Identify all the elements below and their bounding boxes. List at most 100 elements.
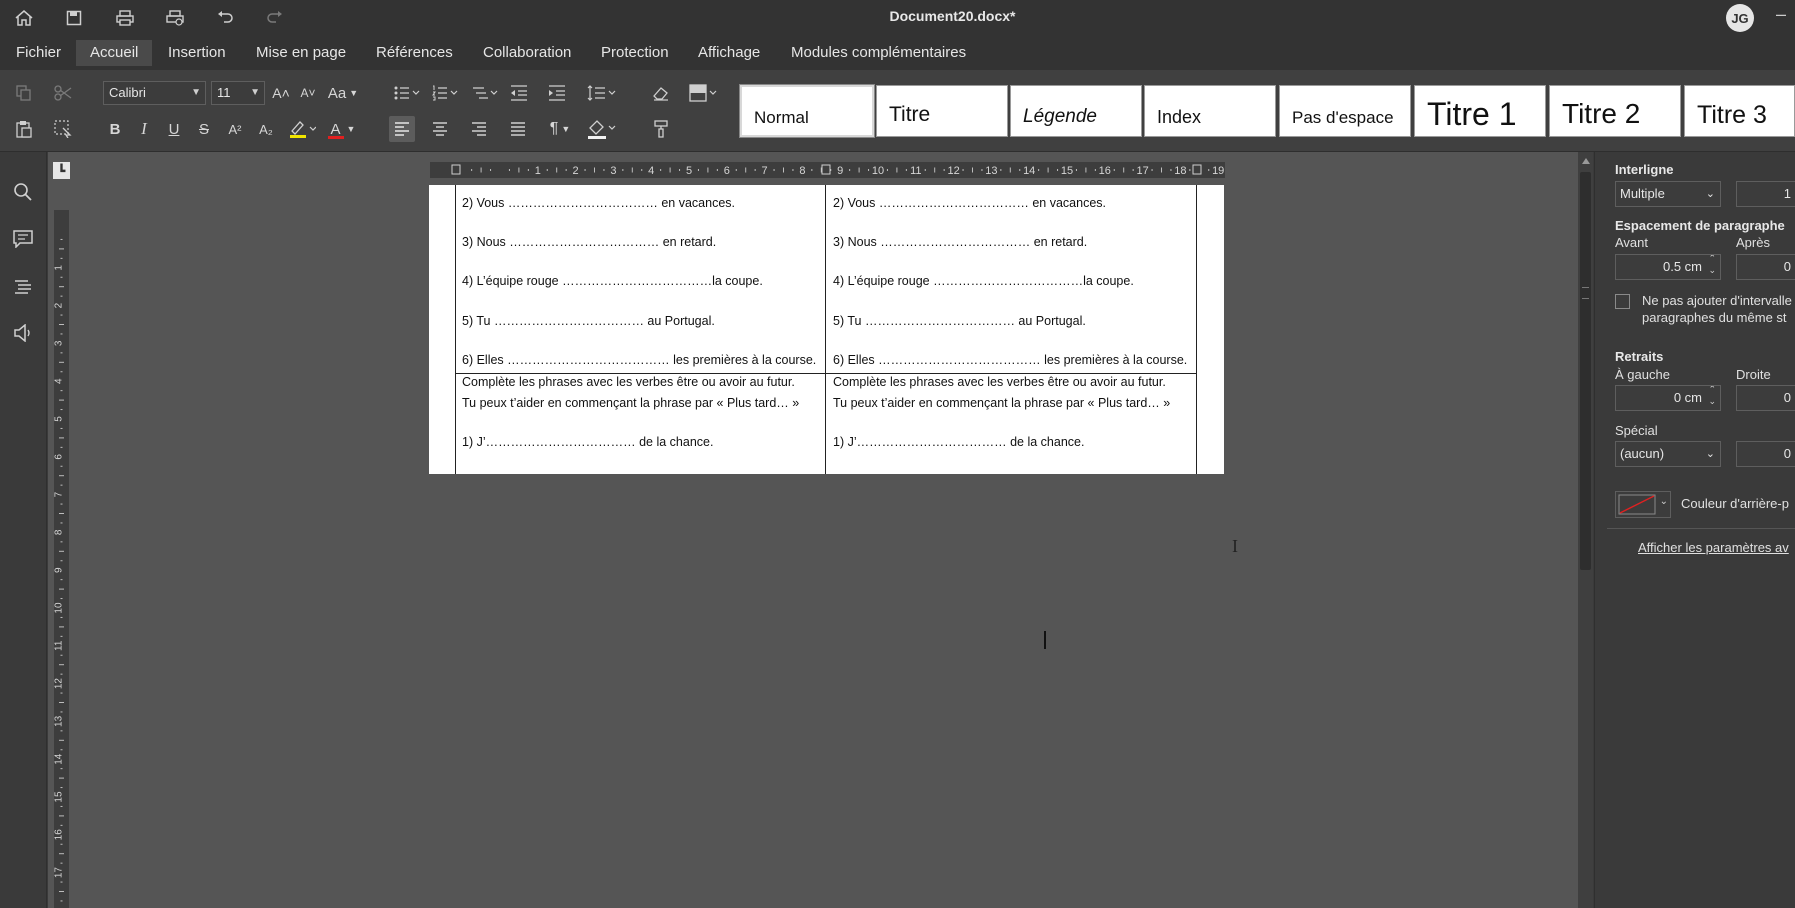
italic-button[interactable]: I [131, 116, 157, 142]
increase-indent-button[interactable] [544, 80, 570, 106]
style-titre-3[interactable]: Titre 3 [1684, 85, 1795, 137]
multilevel-list-button[interactable] [470, 80, 502, 106]
menu-mise-en-page[interactable]: Mise en page [242, 40, 360, 66]
menu-collaboration[interactable]: Collaboration [469, 40, 585, 66]
ruler-number: 4 [648, 165, 654, 177]
paste-icon[interactable] [11, 116, 37, 142]
line-spacing-type-select[interactable]: Multiple ⌄ [1615, 181, 1721, 207]
space-before-input[interactable]: 0.5 cm ⌃ ⌄ [1615, 254, 1721, 280]
background-color-picker[interactable]: ⌄ [1615, 491, 1671, 518]
table-cell-line[interactable]: 3) Nous ……………………………… en retard. [833, 235, 1087, 249]
table-cell-line[interactable]: 4) L’équipe rouge ………………………………la coupe. [833, 274, 1134, 288]
search-icon[interactable] [10, 179, 36, 205]
subscript-button[interactable]: A₂ [253, 116, 279, 142]
line-spacing-button[interactable] [584, 80, 620, 106]
horizontal-ruler[interactable]: 1 2 3 4 5 6 7 8 9 10 11 12 13 14 15 16 17 18 19 [430, 162, 1225, 178]
menu-affichage[interactable]: Affichage [684, 40, 774, 66]
align-right-button[interactable] [466, 116, 492, 142]
menu-modules[interactable]: Modules complémentaires [777, 40, 980, 66]
decrease-indent-button[interactable] [506, 80, 532, 106]
highlight-button[interactable] [284, 116, 320, 142]
shading-button[interactable] [686, 80, 722, 106]
bold-button[interactable]: B [102, 116, 128, 142]
undo-icon[interactable] [213, 6, 237, 30]
menu-insertion[interactable]: Insertion [154, 40, 240, 66]
table-cell-line[interactable]: 6) Elles ………………………………… les premières à l… [462, 353, 816, 367]
vertical-ruler[interactable]: 1 2 3 4 5 6 7 8 9 10 11 12 13 14 15 16 17 [54, 210, 69, 908]
style-pas-d-espace[interactable]: Pas d'espace [1279, 85, 1411, 137]
align-center-button[interactable] [427, 116, 453, 142]
shrink-font-button[interactable]: A˅ [295, 80, 321, 106]
style-normal[interactable]: Normal [739, 84, 875, 138]
special-indent-select[interactable]: (aucun) ⌄ [1615, 441, 1721, 467]
instruction-line[interactable]: Tu peux t’aider en commençant la phrase … [462, 396, 799, 410]
menu-references[interactable]: Références [362, 40, 467, 66]
special-indent-input[interactable]: 0 [1736, 441, 1795, 467]
underline-button[interactable]: U [161, 116, 187, 142]
table-cell-line[interactable]: 5) Tu ……………………………… au Portugal. [833, 314, 1086, 328]
instruction-line[interactable]: Complète les phrases avec les verbes êtr… [462, 375, 795, 389]
align-left-button[interactable] [389, 116, 415, 142]
instruction-line[interactable]: Tu peux t’aider en commençant la phrase … [833, 396, 1170, 410]
justify-button[interactable] [505, 116, 531, 142]
font-size-select[interactable]: 11 ▼ [211, 81, 265, 105]
spinner-icon[interactable]: ⌃ ⌄ [1708, 386, 1716, 407]
table-cell-line[interactable]: 5) Tu ……………………………… au Portugal. [462, 314, 715, 328]
font-color-button[interactable]: A ▼ [325, 116, 361, 142]
space-after-input[interactable]: 0 [1736, 254, 1795, 280]
ruler-number: 5 [686, 165, 692, 177]
change-case-button[interactable]: Aa ▼ [325, 80, 361, 106]
line-spacing-value-input[interactable]: 1 [1736, 181, 1795, 207]
table-cell-line[interactable]: 4) L’équipe rouge ………………………………la coupe. [462, 274, 763, 288]
clear-format-button[interactable] [648, 80, 674, 106]
advanced-settings-link[interactable]: Afficher les paramètres av [1638, 540, 1789, 555]
document-page[interactable]: 2) Vous ……………………………… en vacances. 3) Nou… [429, 185, 1224, 474]
select-all-icon[interactable] [50, 116, 76, 142]
navigation-icon[interactable] [10, 274, 36, 300]
strikethrough-button[interactable]: S [191, 116, 217, 142]
table-cell-line[interactable]: 1) J’……………………………… de la chance. [833, 435, 1084, 449]
ruler-number: 9 [837, 165, 843, 177]
menu-protection[interactable]: Protection [587, 40, 683, 66]
numbered-list-button[interactable] [430, 80, 462, 106]
style-titre[interactable]: Titre [876, 85, 1008, 137]
table-cell-line[interactable]: 1) J’……………………………… de la chance. [462, 435, 713, 449]
spinner-icon[interactable]: ⌃ ⌄ [1708, 255, 1716, 276]
table-cell-line[interactable]: 6) Elles ………………………………… les premières à l… [833, 353, 1187, 367]
menu-fichier[interactable]: Fichier [2, 40, 75, 66]
save-icon[interactable] [62, 6, 86, 30]
print-icon[interactable] [113, 6, 137, 30]
font-family-select[interactable]: Calibri ▼ [103, 81, 206, 105]
table-cell-line[interactable]: 2) Vous ……………………………… en vacances. [833, 196, 1106, 210]
cut-icon[interactable] [50, 80, 76, 106]
grow-font-button[interactable]: A˄ [268, 80, 294, 106]
no-space-checkbox[interactable] [1615, 294, 1630, 309]
comments-icon[interactable] [10, 226, 36, 252]
copy-icon[interactable] [11, 80, 37, 106]
scroll-up-icon[interactable] [1582, 158, 1590, 164]
indent-left-input[interactable]: 0 cm ⌃ ⌄ [1615, 385, 1721, 411]
instruction-line[interactable]: Complète les phrases avec les verbes êtr… [833, 375, 1166, 389]
format-painter-button[interactable] [648, 116, 674, 142]
table-cell-line[interactable]: 2) Vous ……………………………… en vacances. [462, 196, 735, 210]
indent-right-input[interactable]: 0 [1736, 385, 1795, 411]
speaker-icon[interactable] [10, 320, 36, 346]
paragraph-fill-button[interactable] [584, 116, 620, 142]
style-titre-1[interactable]: Titre 1 [1414, 85, 1546, 137]
minimize-button[interactable]: – [1776, 4, 1795, 30]
paragraph-marks-button[interactable]: ¶ ▼ [544, 116, 576, 142]
superscript-button[interactable]: A² [222, 116, 248, 142]
home-icon[interactable] [12, 6, 36, 30]
style-index[interactable]: Index [1144, 85, 1276, 137]
bullet-list-button[interactable] [392, 80, 424, 106]
vertical-scrollbar[interactable] [1578, 152, 1593, 908]
redo-icon[interactable] [263, 6, 287, 30]
tab-stop-selector[interactable]: ┗ [53, 162, 70, 179]
table-cell-line[interactable]: 3) Nous ……………………………… en retard. [462, 235, 716, 249]
user-avatar[interactable]: JG [1726, 4, 1754, 32]
menu-accueil[interactable]: Accueil [76, 40, 153, 66]
style-legende[interactable]: Légende [1010, 85, 1142, 137]
style-titre-2[interactable]: Titre 2 [1549, 85, 1681, 137]
quick-print-icon[interactable] [163, 6, 187, 30]
scrollbar-thumb[interactable] [1580, 172, 1591, 570]
